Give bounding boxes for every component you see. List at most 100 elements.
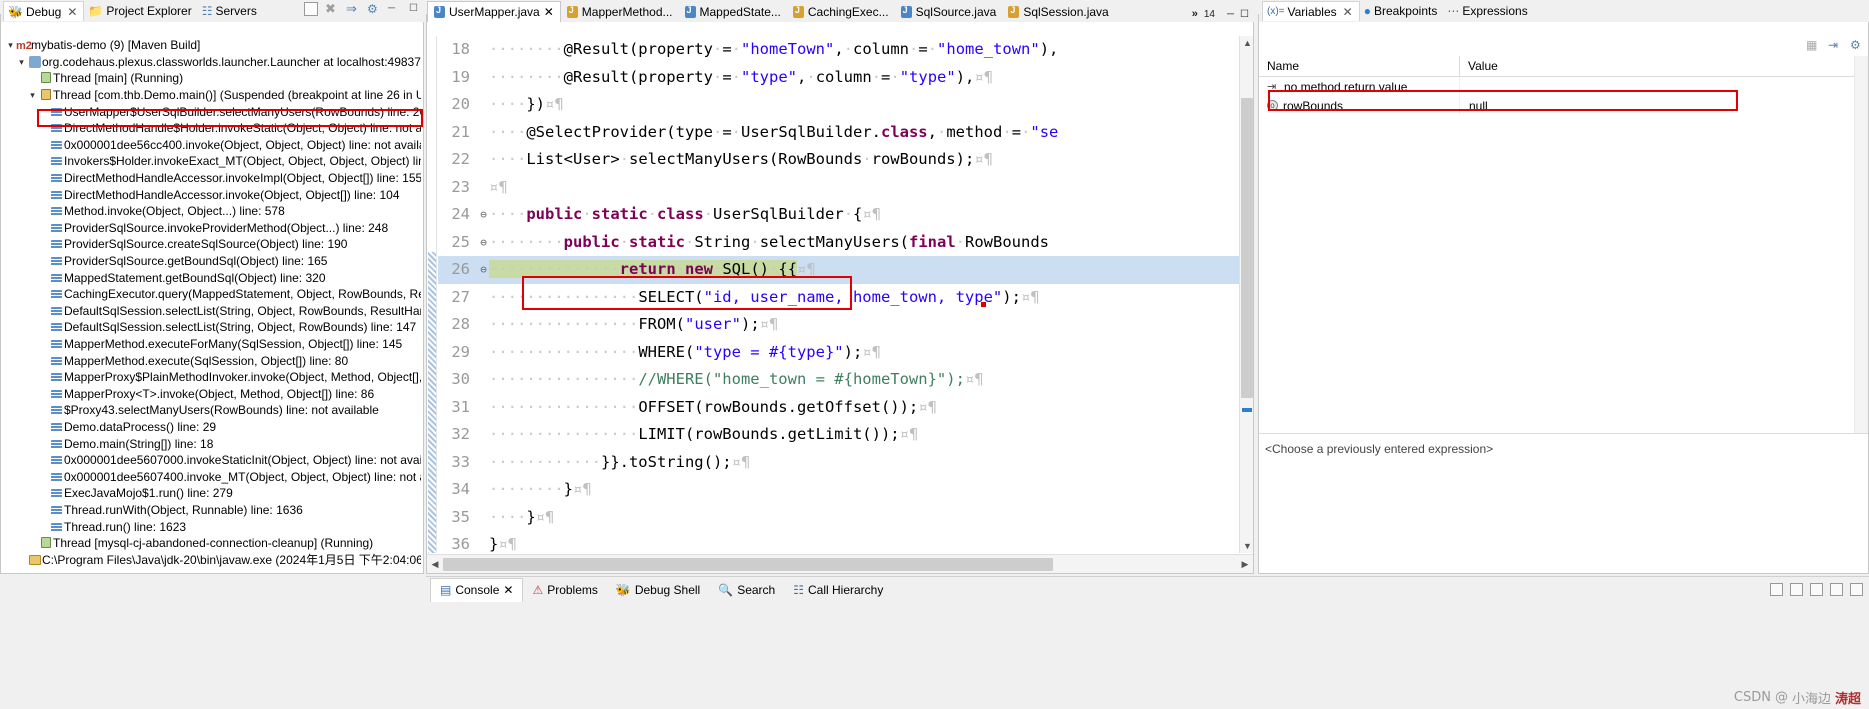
tab-call-hierarchy[interactable]: ☷ Call Hierarchy [784, 578, 892, 602]
debug-tree-row[interactable]: MapperMethod.execute(SqlSession, Object[… [1, 352, 423, 369]
tab-mappermethod[interactable]: MapperMethod... [561, 1, 679, 22]
remove-all-icon[interactable] [1810, 583, 1823, 596]
debug-tree-row[interactable]: MapperProxy<T>.invoke(Object, Method, Ob… [1, 385, 423, 402]
code-line[interactable]: 19 ········@Result(property·=·"type",·col… [438, 64, 1239, 92]
debug-tree-row[interactable]: Method.invoke(Object, Object...) line: 5… [1, 203, 423, 220]
code-line[interactable]: 28 ················FROM("user");¤¶ [438, 311, 1239, 339]
variable-details-pane[interactable]: <Choose a previously entered expression> [1259, 433, 1868, 573]
debug-tree-row[interactable]: 0x000001dee5607400.invoke_MT(Object, Obj… [1, 468, 423, 485]
close-icon[interactable]: ✕ [67, 5, 77, 19]
chevron-down-icon[interactable]: ▾ [27, 87, 38, 103]
debug-tree-row[interactable]: 0x000001dee56cc400.invoke(Object, Object… [1, 137, 423, 154]
chevron-down-icon[interactable]: ▾ [5, 37, 16, 53]
code-line[interactable]: 34 ········}¤¶ [438, 476, 1239, 504]
debug-tree-row[interactable]: DirectMethodHandleAccessor.invoke(Object… [1, 186, 423, 203]
column-header-value[interactable]: Value [1460, 56, 1868, 77]
fold-collapse-icon[interactable]: ⊖ [478, 229, 489, 257]
scroll-down-arrow-icon[interactable]: ▼ [1243, 541, 1252, 551]
debug-stack-tree[interactable]: ▾ m2 mybatis-demo (9) [Maven Build] ▾ org.co… [1, 36, 423, 573]
code-line[interactable]: 32 ················LIMIT(rowBounds.getLim… [438, 421, 1239, 449]
variables-row[interactable]: o rowBounds null [1259, 96, 1868, 115]
code-line[interactable]: 20 ····})¤¶ [438, 91, 1239, 119]
tab-usermapper-java[interactable]: UserMapper.java ✕ [427, 1, 561, 22]
debug-tree-row[interactable]: MappedStatement.getBoundSql(Object) line… [1, 269, 423, 286]
tab-mappedstatement[interactable]: MappedState... [679, 1, 787, 22]
column-header-name[interactable]: Name [1259, 55, 1460, 77]
editor-horizontal-scrollbar[interactable]: ◀ ▶ [427, 554, 1253, 573]
code-line[interactable]: 33 ············}}.toString();¤¶ [438, 449, 1239, 477]
maximize-icon[interactable]: ☐ [1240, 9, 1249, 20]
variables-rows[interactable]: ⇥ no method return value o rowBounds null [1259, 77, 1868, 115]
collapse-all-icon[interactable] [304, 2, 318, 16]
pin-console-icon[interactable] [1850, 583, 1863, 596]
code-line[interactable]: 18 ········@Result(property·=·"homeTown",… [438, 36, 1239, 64]
debug-tree-row[interactable]: Demo.dataProcess() line: 29 [1, 419, 423, 436]
debug-tree-row[interactable]: Thread [mysql-cj-abandoned-connection-cl… [1, 535, 423, 552]
code-line[interactable]: 24 ⊖ ····public·static·class·UserSqlBuilde… [438, 201, 1239, 229]
debug-tree-row[interactable]: DefaultSqlSession.selectList(String, Obj… [1, 319, 423, 336]
code-line[interactable]: 30 ················//WHERE("home_town = #… [438, 366, 1239, 394]
view-menu-icon[interactable]: ⚙ [367, 2, 381, 16]
variables-scrollbar[interactable] [1854, 56, 1868, 433]
debug-tree-row[interactable]: Invokers$Holder.invokeExact_MT(Object, O… [1, 153, 423, 170]
code-line[interactable]: 27 ················SELECT("id, user_name,… [438, 284, 1239, 312]
code-line[interactable]: 29 ················WHERE("type = #{type}"… [438, 339, 1239, 367]
remove-launch-icon[interactable] [1790, 583, 1803, 596]
debug-tree-row[interactable]: Thread.runWith(Object, Runnable) line: 1… [1, 502, 423, 519]
code-line-current[interactable]: 26 ⊖ ··············return·new·SQL()·{{¤¶ [438, 256, 1239, 284]
debug-tree-row[interactable]: ▾ m2 mybatis-demo (9) [Maven Build] [1, 37, 423, 54]
code-area[interactable]: 18 ········@Result(property·=·"homeTown",… [427, 36, 1253, 553]
debug-tree-row[interactable]: ProviderSqlSource.invokeProviderMethod(O… [1, 220, 423, 237]
debug-tree-row[interactable]: MapperProxy$PlainMethodInvoker.invoke(Ob… [1, 369, 423, 386]
debug-tree-row[interactable]: ▾ org.codehaus.plexus.classworlds.launche… [1, 54, 423, 71]
close-icon[interactable]: ✕ [544, 5, 554, 19]
debug-tree-row[interactable]: ▾ Thread [com.thb.Demo.main()] (Suspended… [1, 87, 423, 104]
debug-tree-row[interactable]: ExecJavaMojo$1.run() line: 279 [1, 485, 423, 502]
debug-tree-row[interactable]: Thread.run() line: 1623 [1, 518, 423, 535]
close-icon[interactable]: ✕ [1343, 5, 1353, 19]
tab-servers[interactable]: ☷ Servers [198, 1, 263, 21]
debug-tree-row[interactable]: $Proxy43.selectManyUsers(RowBounds) line… [1, 402, 423, 419]
scrollbar-thumb[interactable] [1241, 98, 1253, 398]
debug-tree-row[interactable]: ProviderSqlSource.getBoundSql(Object) li… [1, 253, 423, 270]
terminate-icon[interactable] [1770, 583, 1783, 596]
debug-tree-row[interactable]: 0x000001dee5607000.invokeStaticInit(Obje… [1, 452, 423, 469]
code-line[interactable]: 35 ····}¤¶ [438, 504, 1239, 532]
remove-all-terminated-icon[interactable]: ✖ [325, 2, 339, 16]
debug-tree-row[interactable]: MapperMethod.executeForMany(SqlSession, … [1, 336, 423, 353]
tab-sqlsource[interactable]: SqlSource.java [895, 1, 1003, 22]
chevron-down-icon[interactable]: ▾ [16, 54, 27, 70]
code-line[interactable]: 21 ····@SelectProvider(type·=·UserSqlBuil… [438, 119, 1239, 147]
debug-tree-row[interactable]: C:\Program Files\Java\jdk-20\bin\javaw.e… [1, 551, 423, 568]
minimize-icon[interactable]: ─ [388, 2, 402, 16]
debug-tree-row[interactable]: DirectMethodHandle$Holder.invokeStatic(O… [1, 120, 423, 137]
code-line[interactable]: 22 ····List<User>·selectManyUsers(RowBoun… [438, 146, 1239, 174]
close-icon[interactable]: ✕ [503, 583, 513, 597]
collapse-all-icon[interactable]: ⇥ [1828, 38, 1842, 52]
debug-tree-row[interactable]: Thread [main] (Running) [1, 70, 423, 87]
debug-tree-row[interactable]: CachingExecutor.query(MappedStatement, O… [1, 286, 423, 303]
hscroll-track[interactable] [443, 557, 1237, 571]
editor-vertical-scrollbar[interactable]: ▲ ▼ [1239, 36, 1253, 553]
maximize-icon[interactable]: ☐ [409, 2, 423, 16]
tab-variables[interactable]: (x)= Variables ✕ [1262, 1, 1360, 21]
code-line[interactable]: 31 ················OFFSET(rowBounds.getOf… [438, 394, 1239, 422]
tab-search[interactable]: 🔍 Search [709, 578, 784, 602]
code-line[interactable]: 23 ¤¶ [438, 174, 1239, 202]
tab-console[interactable]: ▤ Console ✕ [430, 577, 524, 602]
editor-tab-overflow[interactable]: » 14 ─ ☐ [1192, 8, 1255, 22]
tab-expressions[interactable]: ⋯ Expressions [1443, 1, 1533, 21]
tab-breakpoints[interactable]: ● Breakpoints [1360, 1, 1444, 21]
code-line[interactable]: 25 ⊖ ········public·static·String·selectMa… [438, 229, 1239, 257]
tab-debug-shell[interactable]: 🐝 Debug Shell [607, 578, 709, 602]
code-line[interactable]: 36}¤¶ [438, 531, 1239, 553]
tab-problems[interactable]: ⚠ Problems [523, 578, 606, 602]
scroll-right-arrow-icon[interactable]: ▶ [1237, 559, 1253, 570]
scroll-lock-icon[interactable] [1830, 583, 1843, 596]
show-logical-structure-icon[interactable]: ▦ [1806, 38, 1820, 52]
variables-table[interactable]: Name Value ⇥ no method return value o rowBo… [1259, 55, 1868, 433]
tab-sqlsession[interactable]: SqlSession.java [1002, 1, 1114, 22]
tab-project-explorer[interactable]: 📁 Project Explorer [84, 1, 197, 21]
scroll-up-arrow-icon[interactable]: ▲ [1243, 38, 1252, 48]
tab-debug[interactable]: 🐝 Debug ✕ [3, 1, 85, 21]
